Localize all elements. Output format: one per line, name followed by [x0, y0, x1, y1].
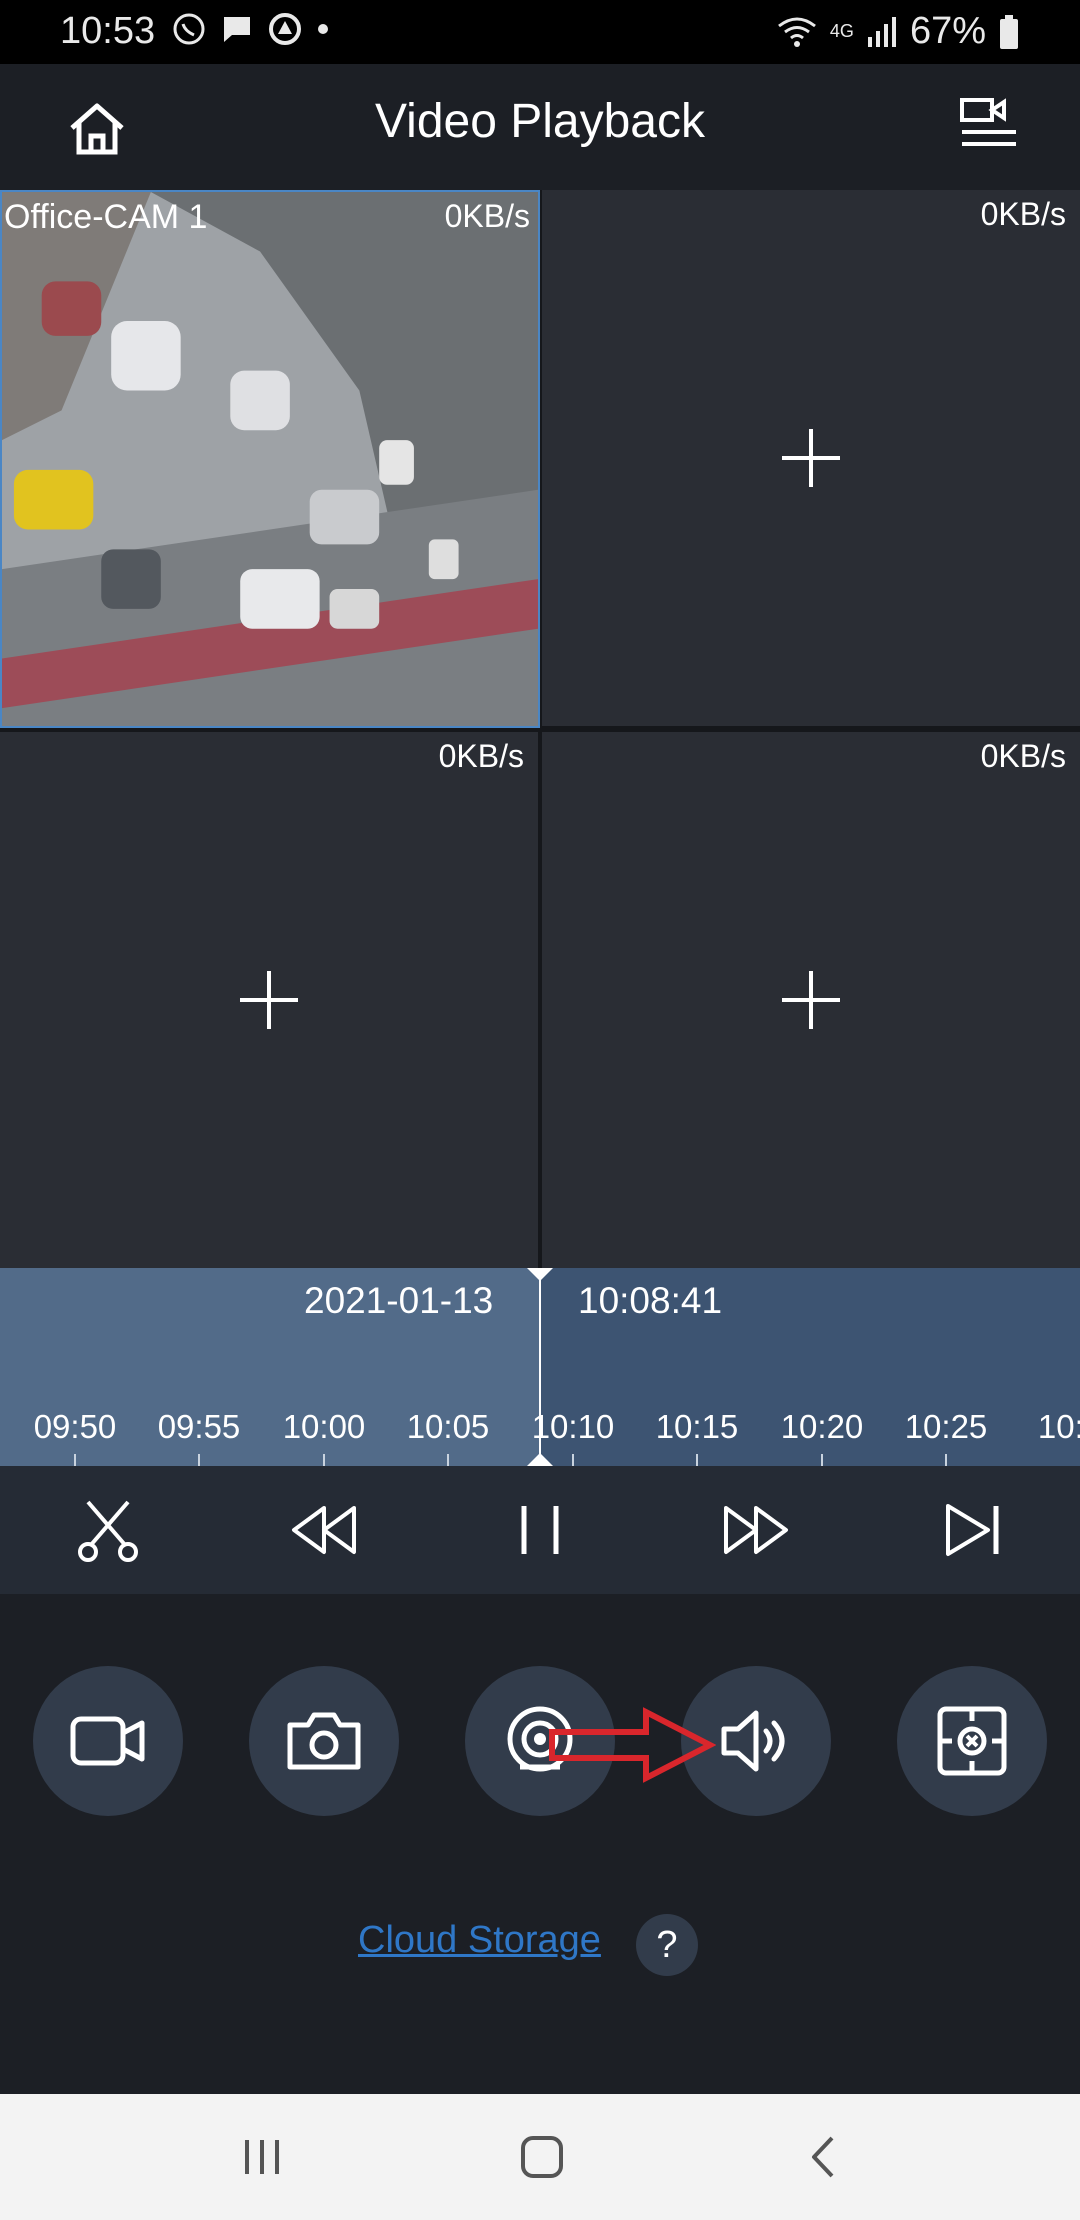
help-button[interactable]: ?: [636, 1914, 698, 1976]
system-nav-bar: [0, 2094, 1080, 2220]
battery-icon: [1000, 14, 1018, 49]
video-list-icon: [960, 98, 1016, 146]
video-grid: Office-CAM 1 0KB/s 0KB/s 0KB/s 0KB/s: [0, 190, 1080, 1268]
tick-label: 10:00: [282, 1408, 366, 1445]
snapshot-button[interactable]: [249, 1666, 399, 1816]
system-icons: 4G 67%: [776, 10, 1020, 53]
clip-icon: [78, 1500, 138, 1562]
playback-controls: [0, 1466, 1080, 1594]
action-bar: Cloud Storage ?: [0, 1594, 1080, 2094]
bitrate-label: 0KB/s: [444, 198, 530, 234]
tick-label: 10:3: [1037, 1408, 1080, 1445]
tick-label: 09:55: [157, 1408, 241, 1445]
fullscreen-button[interactable]: [897, 1666, 1047, 1816]
tick-mark: [323, 1454, 325, 1466]
recent-apps-icon: [245, 2140, 279, 2174]
pause-button[interactable]: [506, 1496, 574, 1564]
home-square-icon: [521, 2136, 563, 2178]
network-type: 4G: [829, 21, 854, 41]
video-cell-3[interactable]: 0KB/s: [0, 732, 538, 1268]
cursor-top-marker-icon: [527, 1268, 553, 1281]
fullscreen-icon: [937, 1706, 1007, 1776]
record-button[interactable]: [33, 1666, 183, 1816]
signal-icon: [867, 16, 896, 47]
app-icon: [269, 13, 301, 45]
tick-mark: [821, 1454, 823, 1466]
tick-mark: [945, 1454, 947, 1466]
video-cell-4[interactable]: 0KB/s: [542, 732, 1080, 1268]
message-icon: [224, 17, 250, 42]
add-camera-icon[interactable]: [780, 427, 842, 489]
pause-icon: [521, 1506, 559, 1554]
camera-feed-image: [2, 192, 538, 726]
bitrate-label: 0KB/s: [980, 196, 1066, 232]
home-nav-button[interactable]: [517, 2132, 567, 2182]
tick-mark: [447, 1454, 449, 1466]
speaker-icon: [721, 1710, 785, 1772]
tick-mark: [572, 1454, 574, 1466]
tick-label: 10:25: [904, 1408, 988, 1445]
rewind-icon: [292, 1506, 356, 1554]
tick-label: 10:05: [406, 1408, 490, 1445]
add-camera-icon[interactable]: [238, 969, 300, 1031]
tick-label: 09:50: [33, 1408, 117, 1445]
timeline-time: 10:08:41: [578, 1280, 723, 1321]
fast-forward-icon: [724, 1506, 788, 1554]
tick-mark: [198, 1454, 200, 1466]
recent-apps-button[interactable]: [237, 2132, 287, 2182]
tick-label: 10:15: [655, 1408, 739, 1445]
next-frame-icon: [946, 1504, 999, 1556]
notification-icons: [172, 12, 330, 46]
status-bar: 10:53 4G 67%: [0, 0, 1080, 64]
status-time: 10:53: [60, 10, 156, 52]
add-camera-icon[interactable]: [780, 969, 842, 1031]
bitrate-label: 0KB/s: [980, 738, 1066, 774]
timeline-ticks: 09:50 09:55 10:00 10:05 10:10 10:15 10:2…: [0, 1408, 1080, 1466]
rewind-button[interactable]: [290, 1496, 358, 1564]
bitrate-label: 0KB/s: [438, 738, 524, 774]
page-title: Video Playback: [375, 95, 705, 148]
next-frame-button[interactable]: [938, 1496, 1006, 1564]
dot-icon: [318, 24, 328, 34]
annotation-arrow-icon: [549, 1707, 716, 1783]
battery-percent: 67%: [909, 10, 986, 52]
timeline-date: 2021-01-13: [304, 1280, 494, 1321]
tick-mark: [696, 1454, 698, 1466]
clip-button[interactable]: [74, 1496, 142, 1564]
video-cell-1[interactable]: Office-CAM 1 0KB/s: [0, 190, 540, 728]
wifi-icon: [778, 17, 816, 47]
video-cell-2[interactable]: 0KB/s: [542, 190, 1080, 726]
tick-mark: [74, 1454, 76, 1466]
back-button[interactable]: [800, 2132, 850, 2182]
cloud-storage-link[interactable]: Cloud Storage: [358, 1919, 601, 1962]
playback-timeline[interactable]: 2021-01-13 10:08:41 09:50 09:55 10:00 10…: [0, 1268, 1080, 1466]
tick-label: 10:10: [531, 1408, 615, 1445]
fast-forward-button[interactable]: [722, 1496, 790, 1564]
record-list-button[interactable]: [958, 96, 1020, 152]
app-header: Video Playback: [0, 64, 1080, 190]
tick-label: 10:20: [780, 1408, 864, 1445]
record-icon: [70, 1716, 145, 1766]
snapshot-icon: [287, 1712, 361, 1770]
whatsapp-icon: [173, 13, 205, 45]
camera-name: Office-CAM 1: [4, 198, 208, 236]
back-icon: [812, 2136, 834, 2178]
